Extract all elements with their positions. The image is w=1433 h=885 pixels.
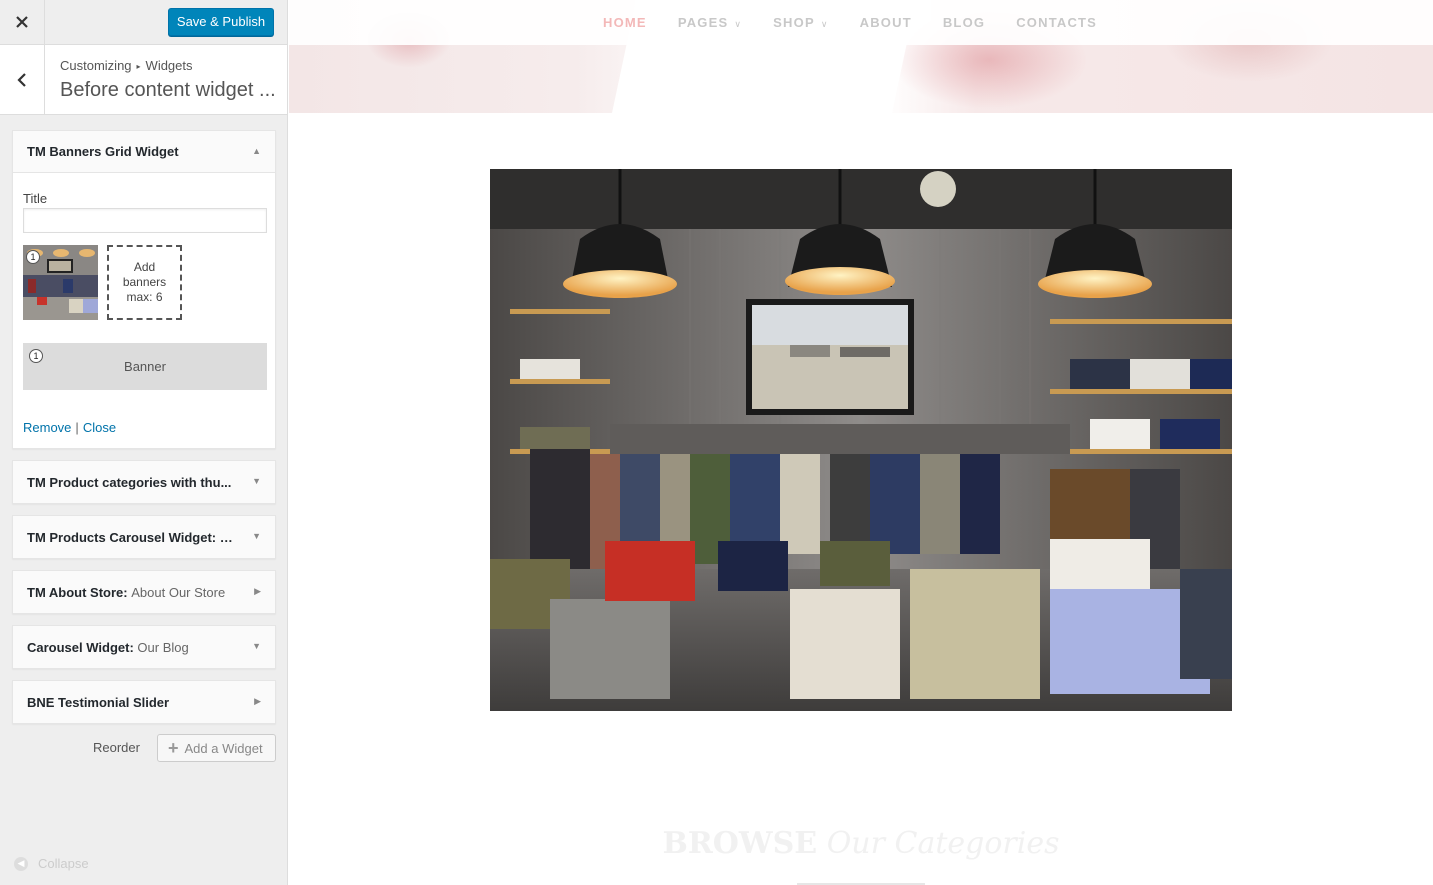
widget-product-categories[interactable]: TM Product categories with thu... ▼ [12, 460, 276, 504]
nav-label: BLOG [942, 15, 986, 30]
arrow-right-icon: ▶ [254, 696, 261, 706]
widget-carousel-blog[interactable]: Carousel Widget: Our Blog ▼ [12, 625, 276, 669]
nav-item-home[interactable]: HOME [603, 15, 647, 30]
collapse-icon: ◀ [14, 856, 28, 871]
collapse-button[interactable]: ◀ Collapse [14, 856, 89, 871]
widget-footer-actions: Reorder + Add a Widget [0, 734, 287, 762]
nav-label: CONTACTS [1016, 15, 1098, 30]
widget-about-store[interactable]: TM About Store: About Our Store ▶ [12, 570, 276, 614]
widget-title: TM Banners Grid Widget [27, 144, 179, 159]
widget-banners-grid: TM Banners Grid Widget ▲ Title 1 Add ban… [12, 130, 276, 449]
widget-title: TM Products Carousel Widget: W... [27, 529, 237, 545]
close-icon [16, 16, 28, 28]
banner-number-badge: 1 [26, 250, 40, 264]
section-header: Customizing ▸ Widgets Before content widge… [0, 45, 287, 115]
banner-thumbnail[interactable]: 1 [23, 245, 98, 320]
chevron-down-icon: ∨ [734, 19, 743, 29]
widget-actions: Remove | Close [23, 420, 116, 435]
store-banner-image[interactable] [490, 169, 1232, 711]
collapse-label: Collapse [38, 856, 89, 871]
add-widget-label: Add a Widget [184, 740, 263, 756]
plus-icon: + [168, 738, 179, 758]
widget-header[interactable]: TM Products Carousel Widget: W... ▼ [13, 516, 275, 558]
widget-header[interactable]: Carousel Widget: Our Blog ▼ [13, 626, 275, 668]
customizer-sidebar: Save & Publish Customizing ▸ Widgets Befor… [0, 0, 288, 885]
widget-title: TM About Store: [27, 584, 128, 600]
widget-title: TM Product categories with thu... [27, 474, 232, 490]
add-banners-line1: Add [133, 260, 156, 274]
arrow-down-icon: ▼ [252, 476, 261, 486]
nav-label: HOME [603, 15, 647, 30]
widget-title: Carousel Widget: [27, 639, 134, 655]
nav-item-pages[interactable]: PAGES ∨ [678, 15, 742, 30]
widget-subtitle: Our Blog [137, 639, 189, 655]
nav-item-shop[interactable]: SHOP ∨ [773, 15, 828, 30]
widget-header[interactable]: BNE Testimonial Slider ▶ [13, 681, 275, 723]
nav-item-contacts[interactable]: CONTACTS [1016, 15, 1097, 30]
nav-label: SHOP [773, 15, 815, 30]
nav-label: ABOUT [859, 15, 912, 30]
breadcrumb-section: Widgets [145, 58, 193, 73]
widget-title: BNE Testimonial Slider [27, 694, 170, 710]
widget-header-banners-grid[interactable]: TM Banners Grid Widget ▲ [13, 131, 275, 173]
banner-item-label: Banner [124, 359, 166, 374]
widget-header[interactable]: TM About Store: About Our Store ▶ [13, 571, 275, 613]
chevron-down-icon: ∨ [820, 19, 829, 29]
add-banners-line2: banners [122, 275, 167, 289]
browse-categories-heading: BROWSE Our Categories [289, 826, 1433, 861]
actions-separator: | [75, 420, 79, 435]
browse-heading-bold: BROWSE [662, 826, 818, 861]
widget-products-carousel[interactable]: TM Products Carousel Widget: W... ▼ [12, 515, 276, 559]
nav-item-about[interactable]: ABOUT [860, 15, 912, 30]
chevron-left-icon [17, 72, 26, 87]
section-title: Before content widget ... [60, 79, 276, 101]
arrow-down-icon: ▼ [252, 641, 261, 651]
remove-widget-link[interactable]: Remove [23, 420, 71, 435]
breadcrumb: Customizing ▸ Widgets [60, 58, 193, 73]
banner-item[interactable]: 1 Banner [23, 343, 267, 390]
customizer-header: Save & Publish [0, 0, 287, 45]
breadcrumb-separator-icon: ▸ [136, 62, 141, 71]
arrow-down-icon: ▼ [252, 531, 261, 541]
widget-subtitle: About Our Store [131, 584, 226, 600]
save-publish-button[interactable]: Save & Publish [168, 8, 274, 36]
browse-heading-italic: Our Categories [826, 826, 1060, 861]
widget-header[interactable]: TM Product categories with thu... ▼ [13, 461, 275, 503]
close-widget-link[interactable]: Close [83, 420, 116, 435]
main-navigation: HOME PAGES ∨ SHOP ∨ ABOUT BLOG CONTACTS [289, 0, 1433, 45]
nav-label: PAGES [677, 15, 729, 30]
breadcrumb-root: Customizing [60, 58, 132, 73]
title-input[interactable] [23, 208, 267, 233]
nav-item-blog[interactable]: BLOG [943, 15, 985, 30]
clothing-store-image [490, 169, 1232, 711]
banner-item-number-badge: 1 [29, 349, 43, 363]
arrow-up-icon: ▲ [252, 146, 261, 156]
back-button[interactable] [0, 45, 45, 114]
add-widget-button[interactable]: + Add a Widget [157, 734, 276, 762]
add-banners-max: max: 6 [126, 290, 163, 304]
arrow-right-icon: ▶ [254, 586, 261, 596]
widget-testimonial-slider[interactable]: BNE Testimonial Slider ▶ [12, 680, 276, 724]
reorder-link[interactable]: Reorder [93, 740, 140, 755]
add-banners-button[interactable]: Add banners max: 6 [107, 245, 182, 320]
title-field-label: Title [23, 191, 48, 206]
close-customizer-button[interactable] [0, 0, 45, 44]
site-preview: HOME PAGES ∨ SHOP ∨ ABOUT BLOG CONTACTS [289, 0, 1433, 885]
